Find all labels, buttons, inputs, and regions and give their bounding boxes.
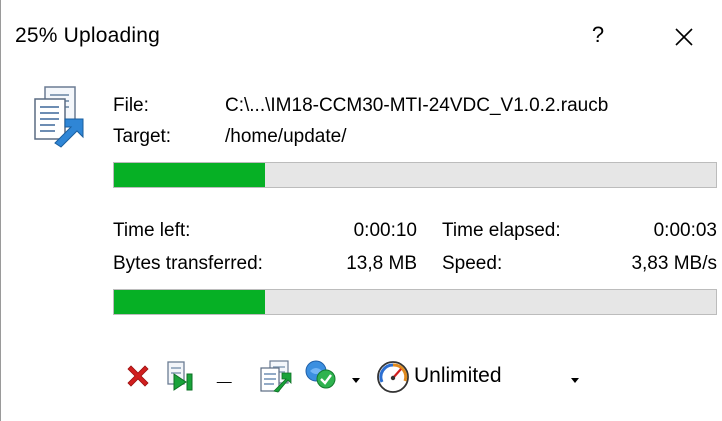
file-transfer-icon: [31, 85, 89, 156]
bytes-transferred-value: 13,8 MB: [346, 253, 417, 274]
after-complete-button[interactable]: [304, 359, 338, 396]
time-left-label: Time left:: [113, 220, 191, 241]
background-transfer-button[interactable]: [258, 359, 292, 398]
chevron-down-icon: [352, 378, 360, 383]
speedometer-icon: [377, 361, 409, 393]
minimize-button[interactable]: _: [217, 356, 237, 390]
file-progress-bar: [113, 162, 717, 188]
speed-value: 3,83 MB/s: [631, 253, 717, 274]
file-progress-fill: [114, 163, 265, 187]
speed-limit-label[interactable]: Unlimited: [414, 364, 502, 388]
file-label: File:: [113, 95, 149, 116]
after-complete-dropdown[interactable]: [350, 372, 362, 390]
speed-label: Speed:: [442, 253, 503, 274]
total-progress-fill: [114, 290, 265, 314]
chevron-down-icon: [571, 378, 579, 383]
copy-files-icon: [260, 360, 292, 393]
cancel-x-icon: [127, 365, 149, 387]
target-path-value: /home/update/: [225, 126, 347, 147]
speed-limit-button[interactable]: [376, 360, 410, 399]
close-icon: [675, 28, 693, 46]
time-left-value: 0:00:10: [353, 220, 417, 241]
checkmark-globe-icon: [305, 360, 336, 389]
target-label: Target:: [113, 126, 172, 147]
close-button[interactable]: [669, 22, 699, 52]
cancel-button[interactable]: [124, 362, 152, 395]
window-title: 25% Uploading: [15, 24, 161, 47]
upload-progress-dialog: 25% Uploading ? File: C:\...\IM18-CCM30-…: [0, 0, 722, 421]
time-elapsed-label: Time elapsed:: [442, 220, 561, 241]
time-elapsed-value: 0:00:03: [653, 220, 717, 241]
total-progress-bar: [113, 289, 717, 315]
help-button[interactable]: ?: [586, 22, 610, 50]
title-bar: 25% Uploading ?: [1, 0, 722, 72]
bytes-transferred-label: Bytes transferred:: [113, 253, 263, 274]
skip-forward-icon: [167, 361, 193, 391]
skip-file-button[interactable]: [166, 360, 196, 397]
speed-limit-dropdown[interactable]: [569, 372, 581, 390]
file-path-value: C:\...\IM18-CCM30-MTI-24VDC_V1.0.2.raucb: [225, 95, 609, 116]
